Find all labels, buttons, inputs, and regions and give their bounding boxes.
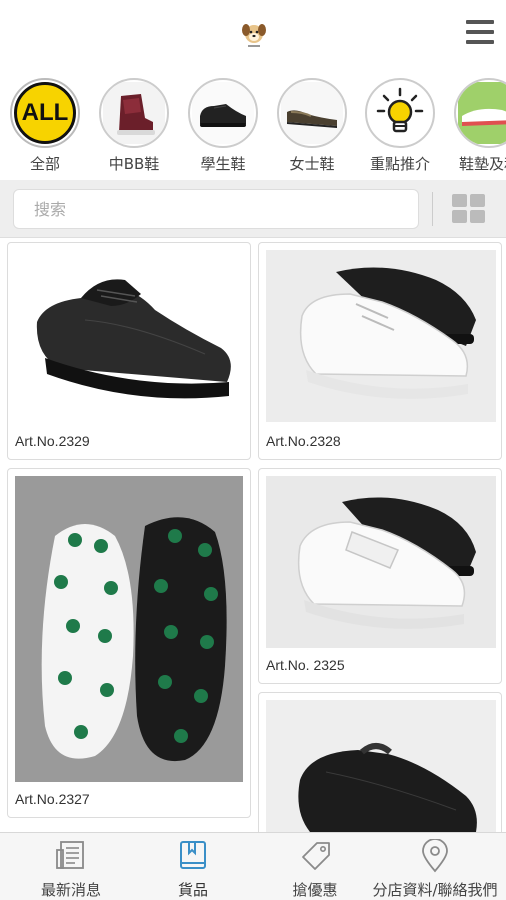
product-image <box>266 700 496 832</box>
all-badge-icon: ALL <box>14 82 76 144</box>
book-icon <box>180 841 206 869</box>
product-name: Art.No.2328 <box>266 433 341 449</box>
product-card[interactable]: Art.No.2329 <box>7 242 251 460</box>
nav-label: 最新消息 <box>40 881 101 899</box>
nav-stores-contact[interactable]: 分店資料/聯絡我們 <box>372 833 498 900</box>
tag-icon <box>302 842 330 870</box>
search-input[interactable] <box>13 189 419 229</box>
category-label: 鞋墊及和 <box>458 155 506 173</box>
product-card[interactable]: Art.No.2328 <box>258 242 502 460</box>
hamburger-menu-icon[interactable] <box>466 20 496 48</box>
app-header <box>0 0 506 72</box>
nav-label: 搶優惠 <box>292 881 338 899</box>
product-name: Art.No.2329 <box>15 433 90 449</box>
category-student-shoes[interactable]: 學生鞋 <box>183 78 263 174</box>
category-label: 全部 <box>29 155 60 173</box>
nav-products[interactable]: 貨品 <box>130 833 256 900</box>
product-name: Art.No.2327 <box>15 791 90 807</box>
product-image <box>15 250 243 422</box>
category-label: 重點推介 <box>369 155 430 173</box>
category-label: 中BB鞋 <box>108 155 160 173</box>
newspaper-icon <box>56 841 84 869</box>
category-label: 女士鞋 <box>289 155 335 173</box>
category-kids-shoes[interactable]: 中BB鞋 <box>94 78 174 174</box>
nav-deals[interactable]: 搶優惠 <box>252 833 378 900</box>
nav-label: 分店資料/聯絡我們 <box>372 881 498 899</box>
insole-icon <box>458 82 506 144</box>
dog-logo-icon[interactable] <box>241 20 267 50</box>
product-image <box>266 476 496 648</box>
divider <box>432 192 433 226</box>
category-featured[interactable]: 重點推介 <box>360 78 440 174</box>
category-insoles[interactable]: 鞋墊及和 <box>449 78 506 174</box>
product-image <box>266 250 496 422</box>
lightbulb-icon <box>376 87 424 133</box>
category-label: 學生鞋 <box>200 155 246 173</box>
ladies-shoe-icon <box>281 82 343 144</box>
kids-boot-icon <box>103 82 165 144</box>
product-card[interactable]: Art.No. 2325 <box>258 468 502 684</box>
nav-news[interactable]: 最新消息 <box>8 833 134 900</box>
student-shoe-icon <box>192 82 254 144</box>
category-ladies-shoes[interactable]: 女士鞋 <box>272 78 352 174</box>
product-card[interactable]: Art.No.2327 <box>7 468 251 818</box>
search-bar <box>0 180 506 238</box>
product-name: Art.No. 2325 <box>266 657 345 673</box>
product-image <box>15 476 243 782</box>
map-pin-icon <box>422 839 448 873</box>
category-strip[interactable]: ALL 全部 中BB鞋 學生鞋 女士鞋 重點推介 鞋墊及 <box>0 72 506 180</box>
nav-label: 貨品 <box>177 881 208 899</box>
grid-view-icon[interactable] <box>452 194 486 224</box>
category-all[interactable]: ALL 全部 <box>5 78 85 174</box>
bottom-navigation: 最新消息 貨品 搶優惠 分店資料/聯絡我們 <box>0 832 506 900</box>
